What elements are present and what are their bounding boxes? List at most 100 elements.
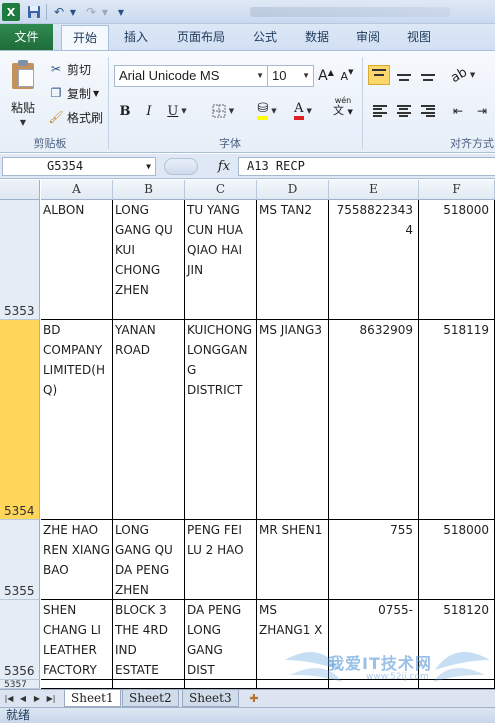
customize-toolbar-icon[interactable]: ▼ xyxy=(116,3,126,21)
sheet-tab-sheet3[interactable]: Sheet3 xyxy=(182,690,239,707)
undo-icon[interactable]: ↶ xyxy=(50,3,68,21)
row-header-5354[interactable]: 5354 xyxy=(0,320,40,520)
cell-a5354[interactable]: BD COMPANY LIMITED(HQ) xyxy=(41,320,113,520)
format-painter-button[interactable]: 🖌 格式刷 xyxy=(48,107,103,127)
cell-a5353[interactable]: ALBON xyxy=(41,200,113,320)
formula-input[interactable]: A13 RECP xyxy=(238,157,495,176)
row-header-5357[interactable]: 5357 xyxy=(0,680,40,690)
font-size-select[interactable]: 10 ▼ xyxy=(268,65,314,87)
sheet-tab-sheet2[interactable]: Sheet2 xyxy=(122,690,179,707)
font-name-select[interactable]: Arial Unicode MS ▼ xyxy=(114,65,268,87)
copy-dropdown-icon[interactable]: ▼ xyxy=(93,89,99,98)
align-center-button[interactable] xyxy=(394,101,414,121)
cell-b5355[interactable]: LONG GANG QU DA PENG ZHEN xyxy=(113,520,185,600)
first-sheet-icon[interactable]: |◀ xyxy=(3,692,15,706)
cell-c5357[interactable] xyxy=(185,680,257,689)
cell-c5355[interactable]: PENG FEI LU 2 HAO xyxy=(185,520,257,600)
tab-formulas[interactable]: 公式 xyxy=(243,24,287,50)
cell-f5356[interactable]: 518120 xyxy=(419,600,495,680)
cell-a5356[interactable]: SHEN CHANG LI LEATHER FACTORY xyxy=(41,600,113,680)
row-header-5353[interactable]: 5353 xyxy=(0,200,40,320)
save-icon[interactable] xyxy=(26,3,42,21)
undo-dropdown-icon[interactable]: ▼ xyxy=(68,3,78,21)
cell-e5355[interactable]: 755 xyxy=(329,520,419,600)
underline-icon: U xyxy=(167,103,179,119)
column-header-d[interactable]: D xyxy=(257,180,329,200)
formula-bar-resize-handle[interactable] xyxy=(164,158,198,175)
cell-d5357[interactable] xyxy=(257,680,329,689)
align-right-button[interactable] xyxy=(418,101,438,121)
tab-page-layout[interactable]: 页面布局 xyxy=(166,24,236,50)
column-header-b[interactable]: B xyxy=(113,180,185,200)
next-sheet-icon[interactable]: ▶ xyxy=(31,692,43,706)
paste-button[interactable]: 粘贴 ▼ xyxy=(4,55,42,127)
cell-b5357[interactable] xyxy=(113,680,185,689)
font-color-button[interactable]: A ▼ xyxy=(286,101,320,121)
cell-d5354[interactable]: MS JIANG3 xyxy=(257,320,329,520)
name-box[interactable]: G5354 ▼ xyxy=(2,157,156,176)
align-top-button[interactable] xyxy=(368,65,390,85)
borders-button[interactable]: ▼ xyxy=(206,101,240,121)
excel-logo-icon[interactable]: X xyxy=(2,3,20,21)
column-header-c[interactable]: C xyxy=(185,180,257,200)
cell-e5356[interactable]: 0755- xyxy=(329,600,419,680)
orientation-button[interactable]: ab ▼ xyxy=(448,64,478,85)
ribbon-tabs: 文件 开始 插入 页面布局 公式 数据 审阅 视图 xyxy=(0,24,495,51)
last-sheet-icon[interactable]: ▶| xyxy=(45,692,57,706)
column-header-a[interactable]: A xyxy=(41,180,113,200)
redo-dropdown-icon[interactable]: ▼ xyxy=(100,3,110,21)
name-box-dropdown-icon[interactable]: ▼ xyxy=(146,158,151,175)
cell-c5354[interactable]: KUICHONG LONGGANG DISTRICT xyxy=(185,320,257,520)
cell-c5356[interactable]: DA PENG LONG GANG DIST xyxy=(185,600,257,680)
copy-button[interactable]: ❐ 复制 ▼ xyxy=(48,83,100,103)
select-all-corner[interactable] xyxy=(0,180,40,200)
cell-e5357[interactable] xyxy=(329,680,419,689)
shrink-font-button[interactable]: A ▼ xyxy=(339,66,355,86)
cell-f5357[interactable] xyxy=(419,680,495,689)
cell-a5355[interactable]: ZHE HAO REN XIANG BAO xyxy=(41,520,113,600)
font-size-dropdown-icon[interactable]: ▼ xyxy=(302,66,310,86)
insert-function-button[interactable]: fx xyxy=(214,157,234,176)
cell-d5355[interactable]: MR SHEN1 xyxy=(257,520,329,600)
align-middle-button[interactable] xyxy=(393,65,415,85)
insert-sheet-icon[interactable]: ✚ xyxy=(244,691,264,707)
row-header-5355[interactable]: 5355 xyxy=(0,520,40,600)
cell-f5355[interactable]: 518000 xyxy=(419,520,495,600)
cell-a5357[interactable] xyxy=(41,680,113,689)
cell-b5354[interactable]: YANAN ROAD xyxy=(113,320,185,520)
align-bottom-button[interactable] xyxy=(417,65,439,85)
row-header-5356[interactable]: 5356 xyxy=(0,600,40,680)
grow-font-button[interactable]: A ▲ xyxy=(318,66,334,86)
tab-insert[interactable]: 插入 xyxy=(114,24,158,50)
cell-e5353[interactable]: 75588223434 xyxy=(329,200,419,320)
italic-button[interactable]: I xyxy=(140,101,158,121)
cell-d5356[interactable]: MS ZHANG1 X xyxy=(257,600,329,680)
cell-c5353[interactable]: TU YANG CUN HUA QIAO HAI JIN xyxy=(185,200,257,320)
increase-indent-button[interactable]: ⇥ xyxy=(472,101,492,121)
tab-data[interactable]: 数据 xyxy=(295,24,339,50)
cell-d5353[interactable]: MS TAN2 xyxy=(257,200,329,320)
font-name-dropdown-icon[interactable]: ▼ xyxy=(256,66,264,86)
underline-button[interactable]: U ▼ xyxy=(162,101,192,121)
tab-view[interactable]: 视图 xyxy=(397,24,441,50)
tab-review[interactable]: 审阅 xyxy=(346,24,390,50)
cut-button[interactable]: ✂ 剪切 xyxy=(48,59,91,79)
cell-f5353[interactable]: 518000 xyxy=(419,200,495,320)
decrease-indent-button[interactable]: ⇤ xyxy=(448,101,468,121)
bold-button[interactable]: B xyxy=(116,101,134,121)
column-header-e[interactable]: E xyxy=(329,180,419,200)
tab-file[interactable]: 文件 xyxy=(0,24,53,50)
prev-sheet-icon[interactable]: ◀ xyxy=(17,692,29,706)
tab-home[interactable]: 开始 xyxy=(61,25,109,51)
phonetic-button[interactable]: wén 文 ▼ xyxy=(326,96,360,117)
fill-color-button[interactable]: ⛁ ▼ xyxy=(250,101,284,121)
cell-f5354[interactable]: 518119 xyxy=(419,320,495,520)
cell-b5356[interactable]: BLOCK 3 THE 4RD IND ESTATE xyxy=(113,600,185,680)
sheet-tab-sheet1[interactable]: Sheet1 xyxy=(64,690,121,707)
align-left-button[interactable] xyxy=(370,101,390,121)
cell-b5353[interactable]: LONG GANG QU KUI CHONG ZHEN xyxy=(113,200,185,320)
cell-e5354[interactable]: 8632909 xyxy=(329,320,419,520)
column-header-f[interactable]: F xyxy=(419,180,495,200)
paste-dropdown-icon[interactable]: ▼ xyxy=(4,118,42,127)
redo-icon[interactable]: ↷ xyxy=(82,3,100,21)
